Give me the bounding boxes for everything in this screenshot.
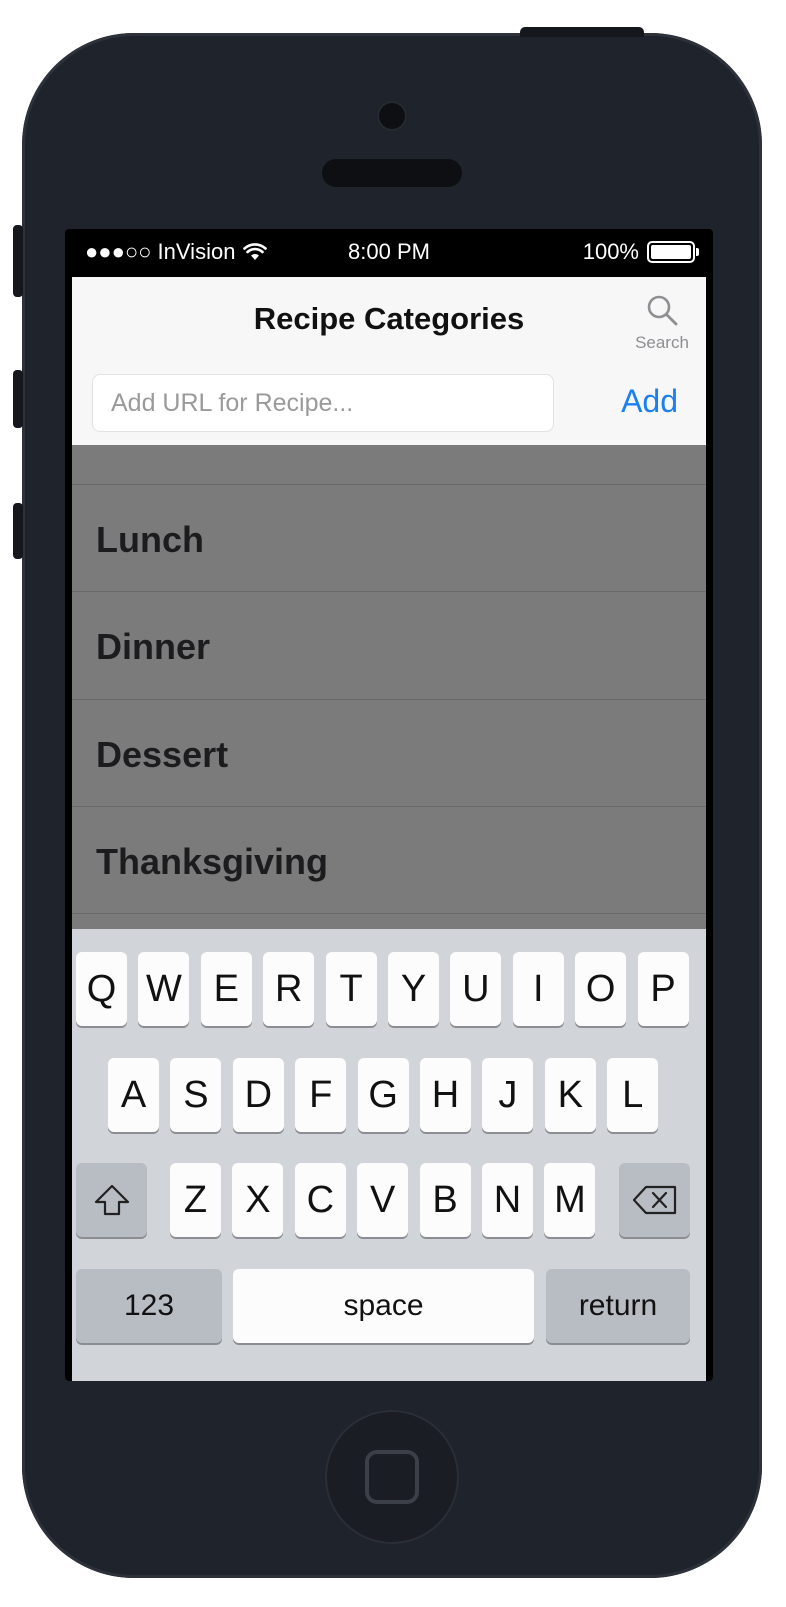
key-e[interactable]: E bbox=[200, 952, 252, 1026]
mute-switch bbox=[13, 225, 23, 297]
status-battery-group: 100% bbox=[582, 239, 699, 265]
search-button[interactable]: Search bbox=[632, 293, 692, 353]
search-icon bbox=[647, 295, 678, 326]
page-title: Recipe Categories bbox=[253, 301, 525, 336]
list-item[interactable]: Dinner bbox=[72, 591, 706, 699]
key-s[interactable]: S bbox=[170, 1058, 222, 1132]
key-z[interactable]: Z bbox=[170, 1163, 221, 1237]
list-item[interactable]: Dessert bbox=[72, 699, 706, 807]
key-n[interactable]: N bbox=[482, 1163, 533, 1237]
delete-icon bbox=[632, 1185, 676, 1215]
keyboard: QWERTYUIOP ASDFGHJKL ZXCVBNM 123 space r… bbox=[72, 929, 706, 1381]
app-view: Recipe Categories Search Add URL for Rec… bbox=[72, 277, 706, 1381]
space-key[interactable]: space bbox=[233, 1269, 534, 1343]
keyboard-row-1: QWERTYUIOP bbox=[72, 952, 706, 1026]
list-item[interactable]: Lunch bbox=[72, 484, 706, 592]
key-l[interactable]: L bbox=[607, 1058, 659, 1132]
key-d[interactable]: D bbox=[232, 1058, 284, 1132]
list-item-label: Dessert bbox=[96, 734, 229, 775]
url-placeholder: Add URL for Recipe... bbox=[111, 388, 354, 417]
list-item[interactable]: Thanksgiving bbox=[72, 806, 706, 914]
volume-down-button bbox=[13, 503, 23, 559]
volume-up-button bbox=[13, 370, 23, 428]
battery-percent: 100% bbox=[582, 239, 639, 264]
key-a[interactable]: A bbox=[108, 1058, 159, 1132]
key-j[interactable]: J bbox=[482, 1058, 534, 1132]
key-f[interactable]: F bbox=[295, 1058, 347, 1132]
key-r[interactable]: R bbox=[263, 952, 315, 1026]
key-w[interactable]: W bbox=[138, 952, 190, 1026]
front-camera bbox=[377, 101, 407, 131]
key-q[interactable]: Q bbox=[76, 952, 127, 1026]
key-o[interactable]: O bbox=[575, 952, 627, 1026]
key-c[interactable]: C bbox=[294, 1163, 346, 1237]
key-i[interactable]: I bbox=[512, 952, 564, 1026]
keyboard-row-3: ZXCVBNM bbox=[72, 1163, 706, 1237]
screen: ●●●○○ InVision 8:00 PM 100% Recipe Categ… bbox=[65, 229, 713, 1381]
home-button[interactable] bbox=[325, 1410, 459, 1544]
recipe-url-input[interactable]: Add URL for Recipe... bbox=[92, 374, 554, 432]
category-list: Lunch Dinner Dessert Thanksgiving bbox=[72, 445, 706, 929]
numbers-key[interactable]: 123 bbox=[76, 1269, 222, 1343]
delete-key[interactable] bbox=[619, 1163, 690, 1237]
key-y[interactable]: Y bbox=[388, 952, 439, 1026]
navigation-bar: Recipe Categories Search bbox=[72, 277, 706, 369]
key-x[interactable]: X bbox=[232, 1163, 284, 1237]
key-p[interactable]: P bbox=[637, 952, 689, 1026]
key-k[interactable]: K bbox=[544, 1058, 596, 1132]
earpiece-speaker bbox=[322, 159, 462, 187]
key-m[interactable]: M bbox=[544, 1163, 596, 1237]
power-button bbox=[520, 27, 644, 37]
search-label: Search bbox=[635, 333, 689, 352]
list-item-label: Thanksgiving bbox=[96, 841, 329, 882]
key-u[interactable]: U bbox=[450, 952, 502, 1026]
add-button[interactable]: Add bbox=[621, 383, 678, 420]
list-item-label: Lunch bbox=[96, 519, 204, 560]
url-entry-row: Add URL for Recipe... Add bbox=[72, 369, 706, 445]
key-v[interactable]: V bbox=[357, 1163, 409, 1237]
list-item[interactable] bbox=[72, 445, 706, 485]
key-t[interactable]: T bbox=[325, 952, 377, 1026]
keyboard-row-2: ASDFGHJKL bbox=[72, 1058, 706, 1132]
shift-icon bbox=[94, 1184, 129, 1216]
key-h[interactable]: H bbox=[420, 1058, 471, 1132]
shift-key[interactable] bbox=[76, 1163, 147, 1237]
battery-icon bbox=[647, 241, 699, 263]
key-g[interactable]: G bbox=[357, 1058, 409, 1132]
keyboard-row-4: 123 space return bbox=[72, 1269, 706, 1343]
list-item[interactable] bbox=[72, 913, 706, 929]
key-b[interactable]: B bbox=[419, 1163, 471, 1237]
home-square-icon bbox=[365, 1450, 419, 1504]
list-item-label: Dinner bbox=[96, 626, 211, 667]
status-bar: ●●●○○ InVision 8:00 PM 100% bbox=[65, 229, 713, 277]
return-key[interactable]: return bbox=[546, 1269, 690, 1343]
